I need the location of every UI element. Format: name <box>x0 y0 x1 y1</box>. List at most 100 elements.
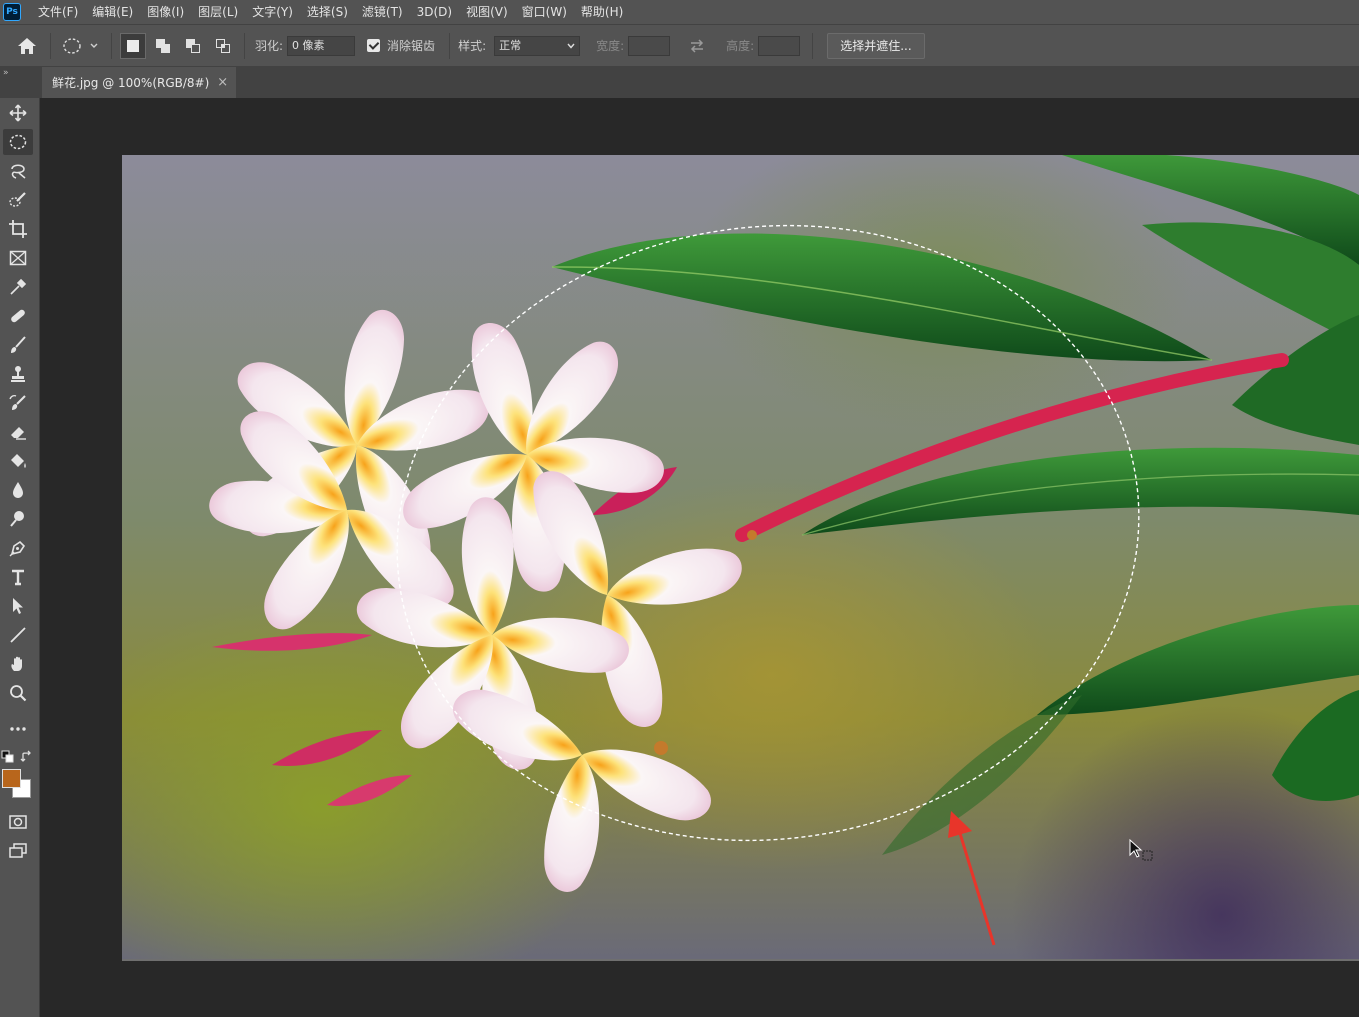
swap-colors-icon[interactable] <box>20 750 34 764</box>
magnifier-icon <box>10 685 27 702</box>
quick-selection-tool[interactable] <box>3 187 33 213</box>
hand-tool[interactable] <box>3 651 33 677</box>
flower-cluster <box>209 305 757 895</box>
lasso-tool[interactable] <box>3 158 33 184</box>
style-label: 样式: <box>458 39 487 53</box>
chevron-down-icon <box>567 43 575 49</box>
width-label: 宽度: <box>596 39 625 53</box>
flower-photo[interactable] <box>122 155 1359 959</box>
elliptical-marquee-tool[interactable] <box>3 129 33 155</box>
options-bar: 羽化: 0 像素 消除锯齿 样式: 正常 宽度: 高度: 选择并遮住... <box>0 24 1359 66</box>
droplet-icon <box>13 482 23 498</box>
type-icon <box>12 569 24 586</box>
swap-width-height-icon[interactable] <box>682 33 712 59</box>
menu-view[interactable]: 视图(V) <box>459 0 515 24</box>
frame-tool[interactable] <box>3 245 33 271</box>
image-bottom-edge <box>122 959 1359 961</box>
new-selection-icon <box>127 39 139 52</box>
new-selection-button[interactable] <box>120 32 146 59</box>
close-icon[interactable]: × <box>217 75 228 90</box>
tools-panel <box>0 98 40 1017</box>
eraser-tool[interactable] <box>3 419 33 445</box>
intersect-selection-icon <box>216 38 230 53</box>
feather-input[interactable]: 0 像素 <box>287 35 356 56</box>
tool-preset-picker[interactable] <box>59 33 103 59</box>
select-and-mask-button[interactable]: 选择并遮住... <box>827 32 925 59</box>
width-input[interactable] <box>628 35 671 56</box>
path-selection-tool[interactable] <box>3 593 33 619</box>
menu-bar: Ps 文件(F) 编辑(E) 图像(I) 图层(L) 文字(Y) 选择(S) 滤… <box>0 0 1359 24</box>
cursor-icon <box>1129 838 1153 861</box>
document-tab-bar: » 鲜花.jpg @ 100%(RGB/8#) × <box>0 66 1359 98</box>
antialias-label: 消除锯齿 <box>387 39 436 53</box>
menu-help[interactable]: 帮助(H) <box>574 0 630 24</box>
menu-layer[interactable]: 图层(L) <box>191 0 245 24</box>
blur-tool[interactable] <box>3 477 33 503</box>
crop-tool[interactable] <box>3 216 33 242</box>
dodge-tool[interactable] <box>3 506 33 532</box>
line-icon <box>10 627 26 643</box>
eyedropper-tool[interactable] <box>3 274 33 300</box>
menu-window[interactable]: 窗口(W) <box>515 0 574 24</box>
add-to-selection-icon <box>156 38 170 53</box>
history-brush-tool[interactable] <box>3 390 33 416</box>
elliptical-marquee-icon <box>9 134 27 150</box>
height-input[interactable] <box>758 35 801 56</box>
screen-mode-button[interactable] <box>3 838 33 864</box>
antialias-checkbox[interactable] <box>367 39 381 52</box>
intersect-selection-button[interactable] <box>210 33 236 59</box>
canvas-area[interactable] <box>41 98 1359 1017</box>
annotation-arrow <box>948 811 996 946</box>
lasso-icon <box>11 164 26 179</box>
type-tool[interactable] <box>3 564 33 590</box>
move-tool[interactable] <box>3 100 33 126</box>
subtract-from-selection-icon <box>186 38 200 53</box>
hand-icon <box>11 656 22 671</box>
menu-3d[interactable]: 3D(D) <box>410 0 459 24</box>
move-icon <box>9 104 27 122</box>
quick-mask-button[interactable] <box>3 809 33 835</box>
menu-filter[interactable]: 滤镜(T) <box>355 0 410 24</box>
healing-brush-tool[interactable] <box>3 303 33 329</box>
document-tab-title: 鲜花.jpg @ 100%(RGB/8#) <box>52 76 210 90</box>
line-tool[interactable] <box>3 622 33 648</box>
collapse-panels-icon[interactable]: » <box>3 68 9 78</box>
menu-image[interactable]: 图像(I) <box>140 0 191 24</box>
frame-icon <box>9 250 27 266</box>
eraser-icon <box>11 427 26 440</box>
document-tab[interactable]: 鲜花.jpg @ 100%(RGB/8#) × <box>42 67 236 98</box>
height-label: 高度: <box>726 39 755 53</box>
pen-tool[interactable] <box>3 535 33 561</box>
stamp-icon <box>11 366 25 382</box>
zoom-tool[interactable] <box>3 680 33 706</box>
home-icon[interactable] <box>12 33 42 59</box>
menu-edit[interactable]: 编辑(E) <box>85 0 140 24</box>
elliptical-marquee-preset-icon <box>63 37 98 54</box>
eyedropper-icon <box>10 278 27 295</box>
bandage-icon <box>11 309 25 323</box>
style-select-value: 正常 <box>499 38 522 52</box>
paint-bucket-tool[interactable] <box>3 448 33 474</box>
screen-mode-icon <box>9 843 27 858</box>
clone-stamp-tool[interactable] <box>3 361 33 387</box>
crop-icon <box>9 220 27 238</box>
brush-tool[interactable] <box>3 332 33 358</box>
flower-artwork <box>209 155 1359 946</box>
foreground-color-swatch[interactable] <box>2 769 21 788</box>
menu-file[interactable]: 文件(F) <box>31 0 85 24</box>
pen-icon <box>9 540 26 557</box>
quick-selection-icon <box>9 192 26 207</box>
menu-select[interactable]: 选择(S) <box>300 0 355 24</box>
default-colors-icon[interactable] <box>1 750 15 764</box>
menu-type[interactable]: 文字(Y) <box>245 0 300 24</box>
photoshop-logo-icon: Ps <box>3 3 21 21</box>
add-to-selection-button[interactable] <box>150 33 176 59</box>
arrow-pointer-icon <box>13 598 23 614</box>
dodge-icon <box>10 511 24 527</box>
edit-toolbar-button[interactable] <box>3 716 33 742</box>
history-brush-icon <box>9 394 26 410</box>
subtract-from-selection-button[interactable] <box>180 33 206 59</box>
brush-icon <box>11 336 26 353</box>
style-select[interactable]: 正常 <box>494 35 581 56</box>
quick-mask-icon <box>9 815 27 829</box>
